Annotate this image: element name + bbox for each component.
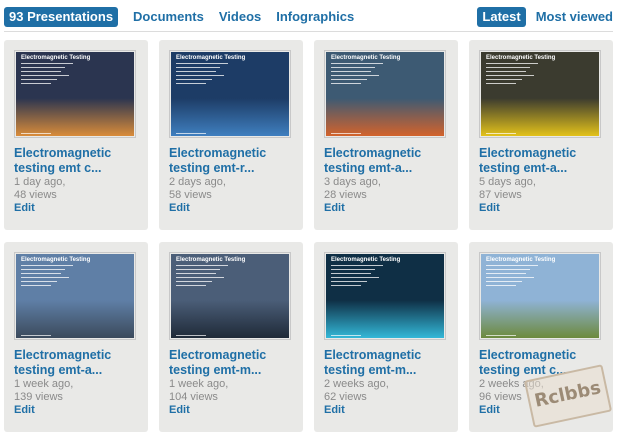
thumbnail-text-lines [486, 63, 538, 87]
sort-options: Latest Most viewed [477, 7, 613, 27]
presentation-title-link[interactable]: Electromagnetic testing emt-a... [14, 348, 144, 378]
view-count: 28 views [324, 189, 367, 201]
title-line-1: Electromagnetic [324, 146, 422, 160]
thumbnail-footer [21, 335, 51, 336]
view-count: 87 views [479, 189, 522, 201]
thumbnail-text-lines [21, 265, 73, 289]
thumbnail-footer [486, 133, 516, 134]
edit-link[interactable]: Edit [14, 404, 35, 417]
thumbnail-footer [331, 335, 361, 336]
view-count: 48 views [14, 189, 57, 201]
presentation-title-link[interactable]: Electromagnetic testing emt-m... [324, 348, 454, 378]
tab-presentations[interactable]: 93 Presentations [4, 7, 119, 27]
presentation-thumbnail[interactable]: Electromagnetic Testing [169, 50, 291, 138]
divider [4, 31, 613, 32]
presentation-card[interactable]: Electromagnetic Testing Electromagnetic te… [314, 242, 458, 432]
sort-most-viewed-link[interactable]: Most viewed [536, 9, 613, 25]
upload-age: 3 days ago, [324, 176, 381, 188]
presentation-title-link[interactable]: Electromagnetic testing emt c... [14, 146, 144, 176]
title-line-2: testing emt-a... [479, 161, 568, 175]
title-line-2: testing emt-a... [324, 161, 413, 175]
edit-link[interactable]: Edit [14, 202, 35, 215]
title-line-1: Electromagnetic [479, 348, 577, 362]
thumbnail-title: Electromagnetic Testing [331, 257, 401, 263]
view-count: 58 views [169, 189, 212, 201]
upload-age: 1 week ago, [169, 378, 229, 390]
thumbnail-footer [21, 133, 51, 134]
thumbnail-title: Electromagnetic Testing [331, 55, 401, 61]
title-line-2: testing emt-m... [324, 363, 417, 377]
thumbnail-title: Electromagnetic Testing [176, 55, 246, 61]
title-line-1: Electromagnetic [14, 146, 112, 160]
thumbnail-text-lines [176, 63, 228, 87]
upload-age: 1 day ago, [14, 176, 66, 188]
title-line-2: testing emt-r... [169, 161, 255, 175]
edit-link[interactable]: Edit [169, 404, 190, 417]
thumbnail-title: Electromagnetic Testing [21, 257, 91, 263]
watermark-text: Rclbbs [532, 377, 603, 412]
view-count: 139 views [14, 391, 63, 403]
title-line-2: testing emt-a... [14, 363, 103, 377]
thumbnail-text-lines [331, 63, 383, 87]
presentation-title-link[interactable]: Electromagnetic testing emt-a... [324, 146, 454, 176]
presentation-thumbnail[interactable]: Electromagnetic Testing [479, 252, 601, 340]
presentation-card[interactable]: Electromagnetic Testing Electromagnetic te… [4, 242, 148, 432]
thumbnail-footer [486, 335, 516, 336]
thumbnail-title: Electromagnetic Testing [486, 257, 556, 263]
edit-link[interactable]: Edit [169, 202, 190, 215]
thumbnail-footer [176, 335, 206, 336]
presentation-card[interactable]: Electromagnetic Testing Electromagnetic te… [159, 40, 303, 230]
top-navigation: 93 Presentations Documents Videos Infogr… [0, 0, 617, 33]
edit-link[interactable]: Edit [479, 202, 500, 215]
tab-videos[interactable]: Videos [219, 9, 261, 25]
presentation-thumbnail[interactable]: Electromagnetic Testing [324, 252, 446, 340]
presentation-thumbnail[interactable]: Electromagnetic Testing [169, 252, 291, 340]
upload-age: 5 days ago, [479, 176, 536, 188]
thumbnail-text-lines [486, 265, 538, 289]
thumbnail-text-lines [21, 63, 73, 87]
presentation-card[interactable]: Electromagnetic Testing Electromagnetic te… [469, 40, 613, 230]
view-count: 104 views [169, 391, 218, 403]
presentation-thumbnail[interactable]: Electromagnetic Testing [14, 50, 136, 138]
presentation-thumbnail[interactable]: Electromagnetic Testing [14, 252, 136, 340]
tab-infographics[interactable]: Infographics [276, 9, 354, 25]
presentation-title-link[interactable]: Electromagnetic testing emt-m... [169, 348, 299, 378]
presentation-card[interactable]: Electromagnetic Testing Electromagnetic te… [314, 40, 458, 230]
thumbnail-footer [331, 133, 361, 134]
thumbnail-title: Electromagnetic Testing [486, 55, 556, 61]
tab-documents[interactable]: Documents [133, 9, 204, 25]
edit-link[interactable]: Edit [324, 404, 345, 417]
title-line-1: Electromagnetic [169, 146, 267, 160]
title-line-2: testing emt-m... [169, 363, 262, 377]
sort-latest-button[interactable]: Latest [477, 7, 526, 27]
title-line-1: Electromagnetic [324, 348, 422, 362]
thumbnail-title: Electromagnetic Testing [21, 55, 91, 61]
upload-age: 2 weeks ago, [324, 378, 389, 390]
presentation-card[interactable]: Electromagnetic Testing Electromagnetic te… [159, 242, 303, 432]
title-line-1: Electromagnetic [479, 146, 577, 160]
edit-link[interactable]: Edit [324, 202, 345, 215]
presentation-thumbnail[interactable]: Electromagnetic Testing [479, 50, 601, 138]
thumbnail-title: Electromagnetic Testing [176, 257, 246, 263]
upload-age: 1 week ago, [14, 378, 74, 390]
presentation-card[interactable]: Electromagnetic Testing Electromagnetic te… [4, 40, 148, 230]
thumbnail-text-lines [176, 265, 228, 289]
content-type-tabs: 93 Presentations Documents Videos Infogr… [4, 7, 354, 27]
edit-link[interactable]: Edit [479, 404, 500, 417]
presentation-title-link[interactable]: Electromagnetic testing emt-r... [169, 146, 299, 176]
thumbnail-footer [176, 133, 206, 134]
upload-age: 2 days ago, [169, 176, 226, 188]
view-count: 62 views [324, 391, 367, 403]
presentation-thumbnail[interactable]: Electromagnetic Testing [324, 50, 446, 138]
thumbnail-text-lines [331, 265, 383, 289]
presentation-title-link[interactable]: Electromagnetic testing emt-a... [479, 146, 609, 176]
title-line-2: testing emt c... [14, 161, 102, 175]
title-line-1: Electromagnetic [14, 348, 112, 362]
title-line-1: Electromagnetic [169, 348, 267, 362]
